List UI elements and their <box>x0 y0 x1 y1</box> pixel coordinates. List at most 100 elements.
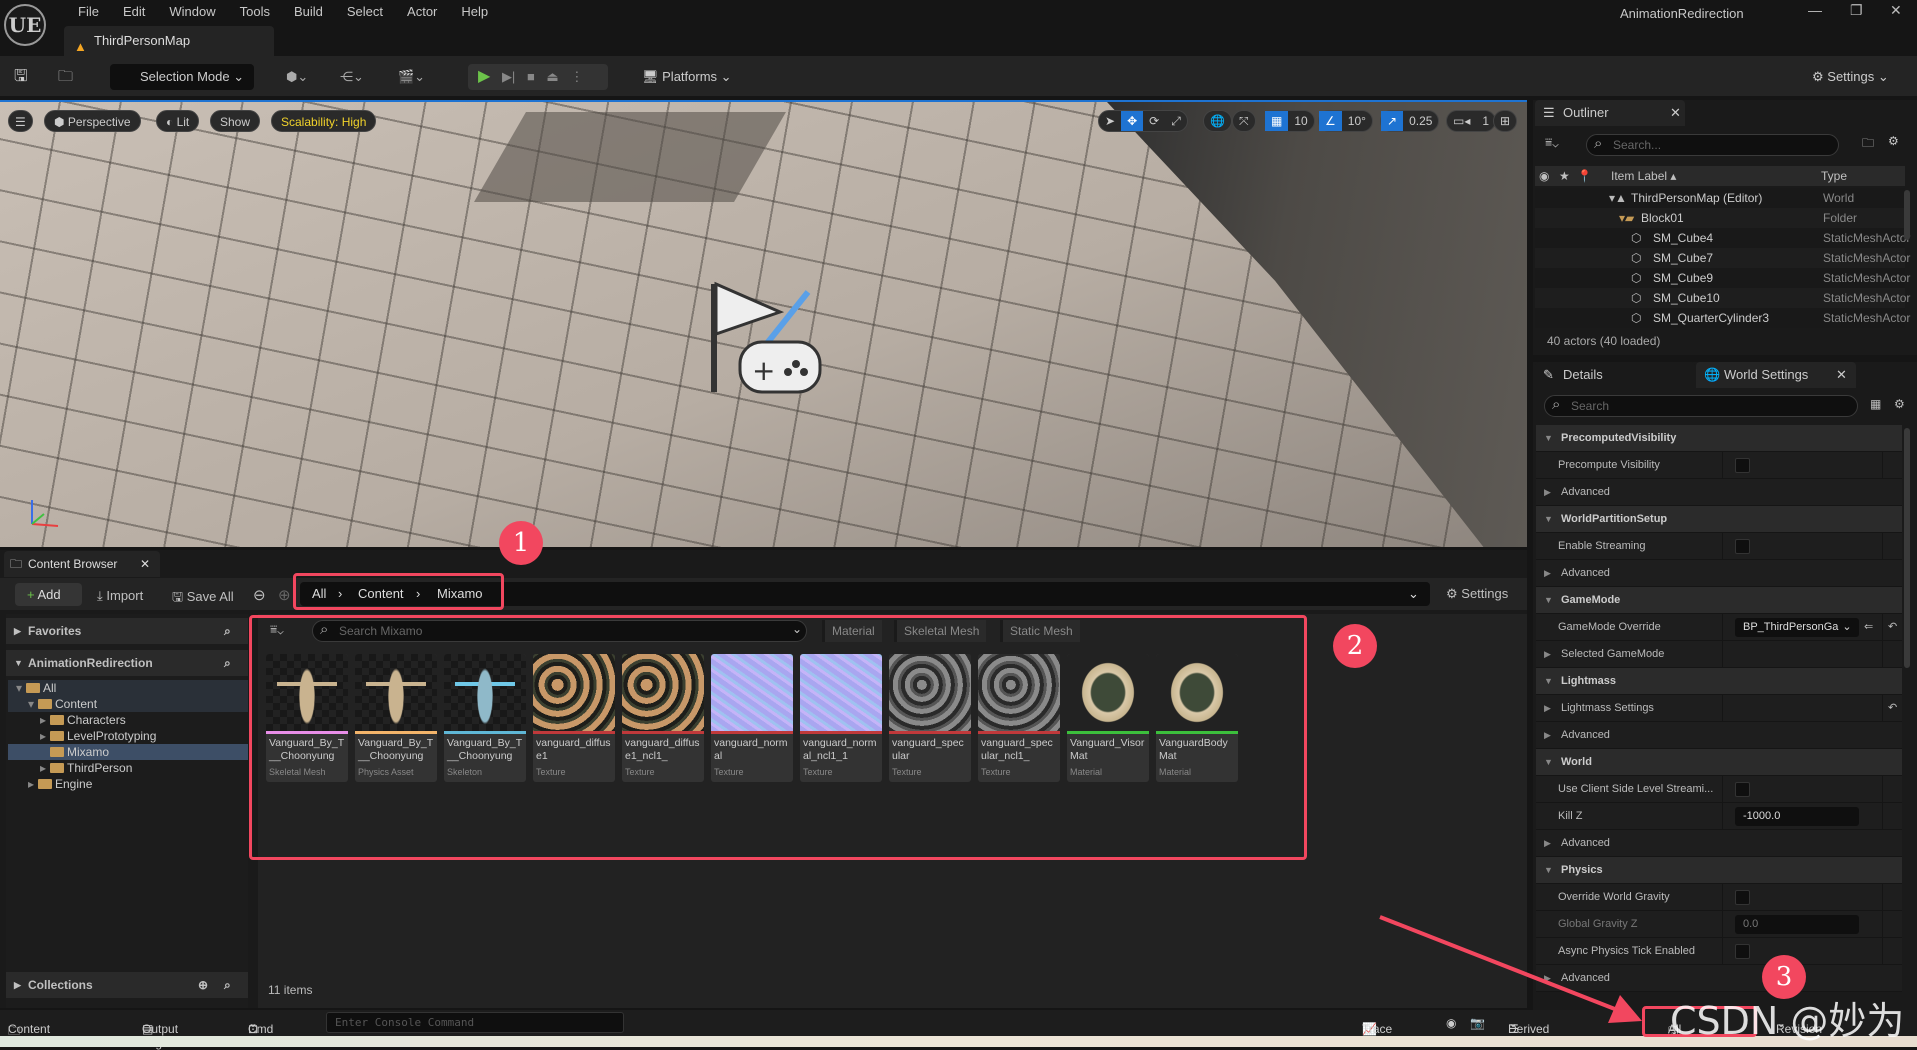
lit-button[interactable]: ◐ Lit <box>156 110 200 132</box>
rotation-snap[interactable]: ∠ 10° <box>1318 110 1373 132</box>
table-view-icon[interactable]: ▦ <box>1870 397 1881 411</box>
close-button[interactable]: ✕ <box>1890 2 1902 19</box>
outliner-row[interactable]: ▾▲ ThirdPersonMap (Editor) World <box>1535 188 1905 208</box>
property-row[interactable]: ▼ World <box>1536 749 1902 776</box>
rotate-icon[interactable]: ⟳ <box>1143 111 1165 131</box>
close-icon[interactable]: ✕ <box>1670 100 1681 126</box>
property-checkbox[interactable] <box>1735 539 1750 554</box>
camera-speed[interactable]: ▭◂ 1 <box>1446 110 1497 132</box>
outliner-row[interactable]: ⬡ SM_Cube10 StaticMeshActor <box>1535 288 1910 308</box>
level-viewport[interactable]: ☰ ⬢ Perspective ◐ Lit Show Scalability: … <box>0 100 1527 547</box>
folder-characters[interactable]: ▸ Characters <box>8 712 248 728</box>
eject-icon[interactable]: ⏏ <box>546 69 558 84</box>
property-row[interactable]: ▶ Lightmass Settings ↶ <box>1536 695 1902 722</box>
surface-snap-icon[interactable]: ⤧ <box>1232 110 1256 132</box>
scale-icon[interactable]: ⤢ <box>1165 111 1187 131</box>
outliner-row[interactable]: ⬡ SM_Cube7 StaticMeshActor <box>1535 248 1910 268</box>
save-all-button[interactable]: 🖫 Save All <box>172 588 234 610</box>
perspective-button[interactable]: ⬢ Perspective <box>44 110 141 132</box>
outliner-search-input[interactable]: Search... <box>1586 134 1839 156</box>
menu-select[interactable]: Select <box>335 4 395 20</box>
outliner-row[interactable]: ⬡ SM_Cube9 StaticMeshActor <box>1535 268 1910 288</box>
outliner-row[interactable]: ▾▰ Block01 Folder <box>1535 208 1905 228</box>
menu-actor[interactable]: Actor <box>395 4 449 20</box>
search-icon[interactable]: ⌕ <box>224 618 231 644</box>
scale-snap[interactable]: ↗ 0.25 <box>1380 110 1440 132</box>
cb-settings-button[interactable]: ⚙ Settings <box>1446 586 1508 602</box>
tab-details[interactable]: ✎ Details <box>1535 362 1695 388</box>
add-collection-icon[interactable]: ⊕ <box>198 972 208 998</box>
folder-content[interactable]: ▾ Content <box>8 696 248 712</box>
gear-icon[interactable]: ⚙ <box>1894 397 1905 411</box>
cinematics-icon[interactable]: 🎬⌄ <box>398 64 425 90</box>
step-icon[interactable]: ▶︎| <box>502 69 515 84</box>
search-icon[interactable]: ⌕ <box>224 972 231 998</box>
chevron-down-icon[interactable]: ⌄ <box>1408 582 1419 606</box>
property-row[interactable]: ▶ Advanced <box>1536 722 1902 749</box>
property-row[interactable]: ▼ PrecomputedVisibility <box>1536 425 1902 452</box>
search-icon[interactable]: ⌕ <box>224 650 231 676</box>
tab-world-settings[interactable]: 🌐 World Settings ✕ <box>1696 362 1856 388</box>
col-type[interactable]: Type <box>1821 166 1847 186</box>
move-icon[interactable]: ✥ <box>1121 111 1144 131</box>
collections-section[interactable]: ▶ Collections ⊕ ⌕ <box>6 972 248 998</box>
minimize-button[interactable]: — <box>1808 2 1822 18</box>
close-icon[interactable]: ✕ <box>1836 362 1847 388</box>
folder-thirdperson[interactable]: ▸ ThirdPerson <box>8 760 248 776</box>
back-icon[interactable]: ⊖ <box>253 586 266 604</box>
scalability-button[interactable]: Scalability: High <box>271 110 377 132</box>
tab-content-browser[interactable]: 🗀 Content Browser ✕ <box>4 551 160 577</box>
folder-mixamo[interactable]: Mixamo <box>8 744 248 760</box>
col-item-label[interactable]: Item Label ▴ <box>1611 166 1676 186</box>
property-input[interactable]: 0.0 <box>1735 915 1859 934</box>
property-row[interactable]: ▼ Lightmass <box>1536 668 1902 695</box>
browse-icon[interactable]: 🗀 <box>58 64 73 90</box>
reset-icon[interactable]: ↶ <box>1888 614 1897 640</box>
play-icon[interactable]: ▶ <box>478 68 490 85</box>
filter-icon[interactable]: ⩸⌄ <box>1545 135 1559 150</box>
world-local-icon[interactable]: 🌐 <box>1203 110 1232 132</box>
outliner-row[interactable]: ⬡ SM_Cube4 StaticMeshActor <box>1535 228 1910 248</box>
reset-icon[interactable]: ↶ <box>1888 695 1897 721</box>
property-checkbox[interactable] <box>1735 782 1750 797</box>
expand-icon[interactable]: ▸ <box>40 712 50 728</box>
viewport-menu-button[interactable]: ☰ <box>8 110 33 132</box>
property-row[interactable]: ▶ Selected GameMode <box>1536 641 1902 668</box>
menu-window[interactable]: Window <box>157 4 227 20</box>
menu-build[interactable]: Build <box>282 4 335 20</box>
forward-icon[interactable]: ⊕ <box>278 586 291 604</box>
collapse-icon[interactable]: ▾ <box>28 696 38 712</box>
select-icon[interactable]: ➤ <box>1099 111 1121 131</box>
show-button[interactable]: Show <box>210 110 261 132</box>
menu-file[interactable]: File <box>66 4 111 20</box>
property-row[interactable]: ▶ Advanced <box>1536 479 1902 506</box>
stop-icon[interactable]: ■ <box>527 69 535 84</box>
platforms-button[interactable]: 🖥 Platforms ⌄ <box>642 64 732 90</box>
add-folder-icon[interactable]: 🗀 <box>1862 134 1874 155</box>
grid-snap[interactable]: ▦ 10 <box>1264 110 1315 132</box>
expand-icon[interactable]: ▸ <box>40 760 50 776</box>
selection-mode-dropdown[interactable]: Selection Mode ⌄ <box>110 64 254 90</box>
property-checkbox[interactable] <box>1735 890 1750 905</box>
restore-button[interactable]: ❐ <box>1850 2 1863 19</box>
property-checkbox[interactable] <box>1735 458 1750 473</box>
property-input[interactable]: -1000.0 <box>1735 807 1859 826</box>
menu-edit[interactable]: Edit <box>111 4 157 20</box>
details-search-input[interactable]: Search <box>1544 395 1858 417</box>
favorites-section[interactable]: ▶ Favorites ⌕ <box>6 618 248 644</box>
expand-icon[interactable]: ▸ <box>40 728 50 744</box>
folder-engine[interactable]: ▸ Engine <box>8 776 248 792</box>
layout-icon[interactable]: ⊞ <box>1493 110 1518 132</box>
property-row[interactable]: ▼ GameMode <box>1536 587 1902 614</box>
property-row[interactable]: ▶ Advanced <box>1536 830 1902 857</box>
gamemode-dropdown[interactable]: BP_ThirdPersonGa ⌄ <box>1735 618 1859 637</box>
expand-icon[interactable]: ▸ <box>28 776 38 792</box>
outliner-row[interactable]: ⬡ SM_QuarterCylinder3 StaticMeshActor <box>1535 308 1910 328</box>
more-icon[interactable]: ⋮ <box>570 69 583 84</box>
outliner-scrollbar[interactable] <box>1904 190 1910 240</box>
cmd-dropdown[interactable]: ⊡ Cmd ⌄ <box>248 1016 273 1036</box>
console-input[interactable]: Enter Console Command <box>326 1012 624 1033</box>
tab-third-person-map[interactable]: ▲ ThirdPersonMap <box>64 26 274 56</box>
use-selected-icon[interactable]: ⇐ <box>1864 614 1873 640</box>
folder-levelprototyping[interactable]: ▸ LevelPrototyping <box>8 728 248 744</box>
